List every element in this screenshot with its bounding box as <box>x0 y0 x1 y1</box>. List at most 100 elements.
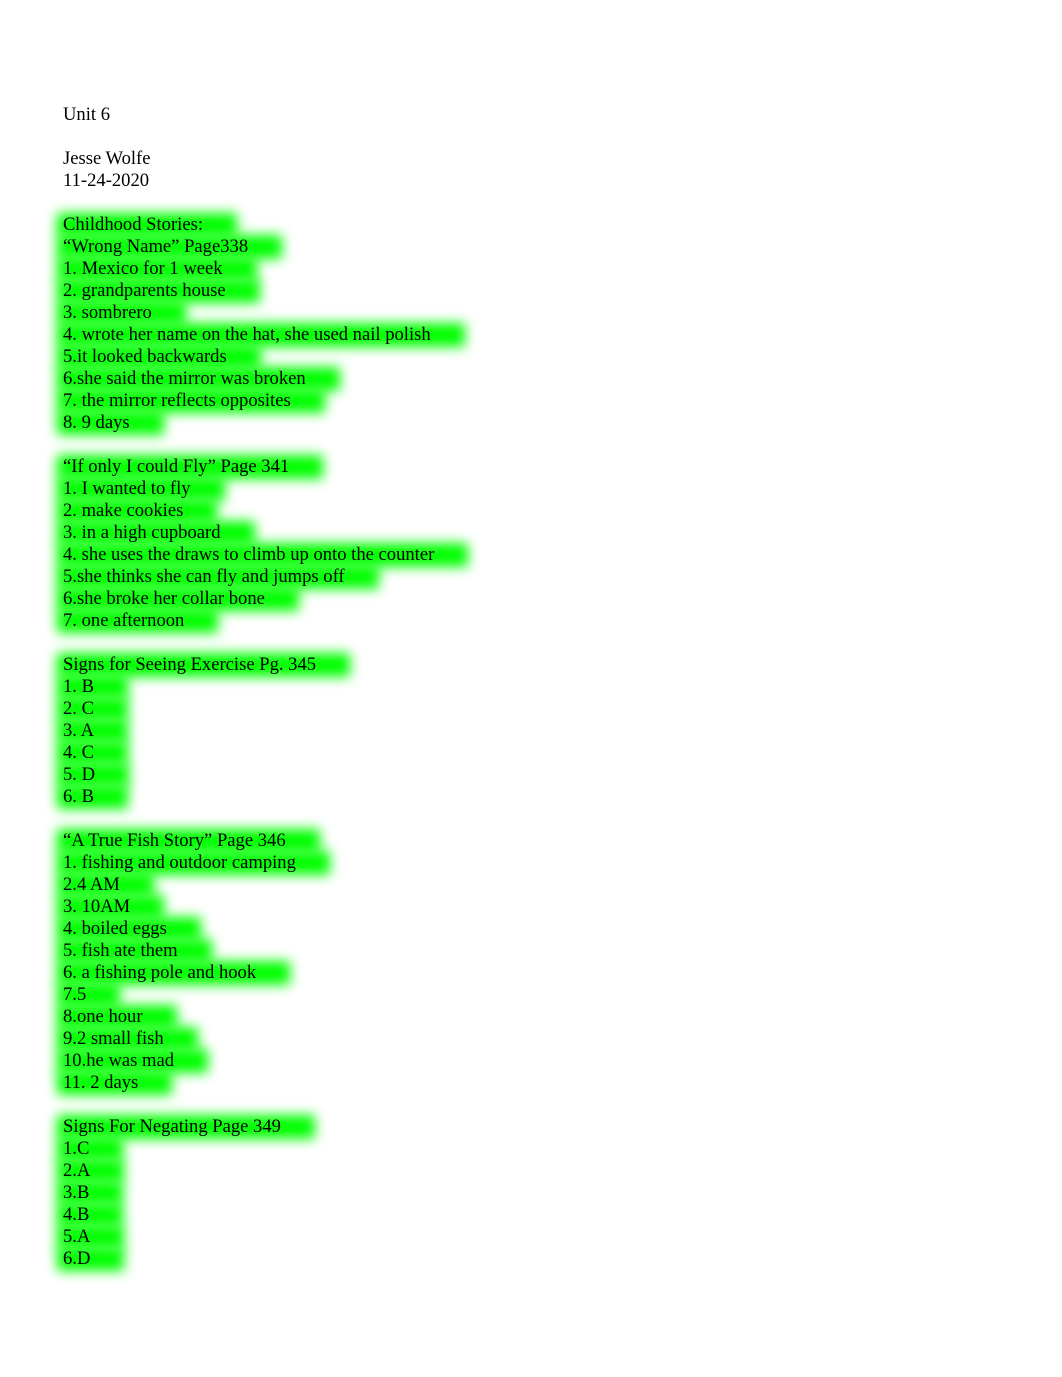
answer-line: 5. D <box>63 764 1003 786</box>
section-heading: Signs For Negating Page 349 <box>63 1116 1003 1138</box>
section-heading: “If only I could Fly” Page 341 <box>63 456 1003 478</box>
highlighted-text: “If only I could Fly” Page 341 <box>63 456 290 477</box>
answer-line: 6.she said the mirror was broken <box>63 368 1003 390</box>
answer-sections: Childhood Stories: “Wrong Name” Page338 1.… <box>63 214 1003 1270</box>
answer-line: 1. I wanted to fly <box>63 478 1003 500</box>
highlighted-text: 6. a fishing pole and hook <box>63 962 257 983</box>
answer-line: 1. Mexico for 1 week <box>63 258 1003 280</box>
highlighted-text: 2.4 AM <box>63 874 120 895</box>
answer-line: 3. 10AM <box>63 896 1003 918</box>
highlighted-text: “A True Fish Story” Page 346 <box>63 830 286 851</box>
answer-line: 3. sombrero <box>63 302 1003 324</box>
answer-line: 1.C <box>63 1138 1003 1160</box>
document-page: Unit 6 Jesse Wolfe 11-24-2020 Childhood … <box>63 104 1003 1270</box>
answer-line: 5.A <box>63 1226 1003 1248</box>
answer-line: 5.she thinks she can fly and jumps off <box>63 566 1003 588</box>
answer-line: 7.5 <box>63 984 1003 1006</box>
highlighted-text: 4.B <box>63 1204 90 1225</box>
highlighted-text: 2. C <box>63 698 94 719</box>
highlighted-text: 4. she uses the draws to climb up onto t… <box>63 544 435 565</box>
highlighted-text: 8. 9 days <box>63 412 130 433</box>
highlighted-text: 5. D <box>63 764 96 785</box>
highlighted-text: 1. fishing and outdoor camping <box>63 852 296 873</box>
highlighted-text: “Wrong Name” Page338 <box>63 236 249 257</box>
highlighted-text: 1. B <box>63 676 94 697</box>
document-date: 11-24-2020 <box>63 170 150 191</box>
author-name: Jesse Wolfe <box>63 148 151 169</box>
highlighted-text: 2. grandparents house <box>63 280 226 301</box>
highlighted-text: 2. make cookies <box>63 500 184 521</box>
highlighted-text: 7. one afternoon <box>63 610 185 631</box>
highlighted-text: 3. 10AM <box>63 896 131 917</box>
answer-line: 4. wrote her name on the hat, she used n… <box>63 324 1003 346</box>
highlighted-text: 1. I wanted to fly <box>63 478 191 499</box>
answer-line: “Wrong Name” Page338 <box>63 236 1003 258</box>
highlighted-text: 5.she thinks she can fly and jumps off <box>63 566 345 587</box>
unit-title: Unit 6 <box>63 104 111 125</box>
answer-line: 4. she uses the draws to climb up onto t… <box>63 544 1003 566</box>
answer-line: 1. B <box>63 676 1003 698</box>
section-a-true-fish-story: “A True Fish Story” Page 346 1. fishing a… <box>63 830 1003 1094</box>
section-heading: Signs for Seeing Exercise Pg. 345 <box>63 654 1003 676</box>
highlighted-text: 5.it looked backwards <box>63 346 227 367</box>
highlighted-text: 1. Mexico for 1 week <box>63 258 223 279</box>
answer-line: 3. in a high cupboard <box>63 522 1003 544</box>
answer-line: 5. fish ate them <box>63 940 1003 962</box>
answer-line: 4. C <box>63 742 1003 764</box>
highlighted-text: Signs For Negating Page 349 <box>63 1116 281 1137</box>
answer-line: 6. a fishing pole and hook <box>63 962 1003 984</box>
answer-line: 3. A <box>63 720 1003 742</box>
answer-line: 6. B <box>63 786 1003 808</box>
answer-line: 2. make cookies <box>63 500 1003 522</box>
answer-line: 8.one hour <box>63 1006 1003 1028</box>
answer-line: 2.4 AM <box>63 874 1003 896</box>
highlighted-text: 4. wrote her name on the hat, she used n… <box>63 324 431 345</box>
section-childhood-stories: Childhood Stories: “Wrong Name” Page338 1.… <box>63 214 1003 434</box>
highlighted-text: 3. A <box>63 720 94 741</box>
answer-line: 8. 9 days <box>63 412 1003 434</box>
section-if-only-i-could-fly: “If only I could Fly” Page 341 1. I wante… <box>63 456 1003 632</box>
answer-line: 4. boiled eggs <box>63 918 1003 940</box>
answer-line: 2. grandparents house <box>63 280 1003 302</box>
highlighted-text: 11. 2 days <box>63 1072 139 1093</box>
highlighted-text: 6.D <box>63 1248 91 1269</box>
answer-line: 2.A <box>63 1160 1003 1182</box>
highlighted-text: 5.A <box>63 1226 91 1247</box>
highlighted-text: 6. B <box>63 786 94 807</box>
section-signs-for-seeing: Signs for Seeing Exercise Pg. 345 1. B 2. … <box>63 654 1003 808</box>
answer-line: 5.it looked backwards <box>63 346 1003 368</box>
answer-line: 3.B <box>63 1182 1003 1204</box>
highlighted-text: Signs for Seeing Exercise Pg. 345 <box>63 654 317 675</box>
section-heading: “A True Fish Story” Page 346 <box>63 830 1003 852</box>
section-signs-for-negating: Signs For Negating Page 349 1.C 2.A 3.B 4.B 5… <box>63 1116 1003 1270</box>
answer-line: 2. C <box>63 698 1003 720</box>
answer-line: 6.she broke her collar bone <box>63 588 1003 610</box>
answer-line: 10.he was mad <box>63 1050 1003 1072</box>
answer-line: 11. 2 days <box>63 1072 1003 1094</box>
highlighted-text: 3.B <box>63 1182 90 1203</box>
highlighted-text: 4. C <box>63 742 94 763</box>
highlighted-text: 3. sombrero <box>63 302 152 323</box>
answer-line: 1. fishing and outdoor camping <box>63 852 1003 874</box>
section-heading: Childhood Stories: <box>63 214 1003 236</box>
highlighted-text: 3. in a high cupboard <box>63 522 221 543</box>
answer-line: 6.D <box>63 1248 1003 1270</box>
answer-line: 4.B <box>63 1204 1003 1226</box>
highlighted-text: 8.one hour <box>63 1006 143 1027</box>
highlighted-text: 10.he was mad <box>63 1050 175 1071</box>
highlighted-text: Childhood Stories: <box>63 214 203 235</box>
highlighted-text: 6.she broke her collar bone <box>63 588 265 609</box>
highlighted-text: 2.A <box>63 1160 91 1181</box>
highlighted-text: 5. fish ate them <box>63 940 178 961</box>
answer-line: 7. the mirror reflects opposites <box>63 390 1003 412</box>
highlighted-text: 6.she said the mirror was broken <box>63 368 306 389</box>
highlighted-text: 7.5 <box>63 984 87 1005</box>
highlighted-text: 4. boiled eggs <box>63 918 167 939</box>
answer-line: 7. one afternoon <box>63 610 1003 632</box>
